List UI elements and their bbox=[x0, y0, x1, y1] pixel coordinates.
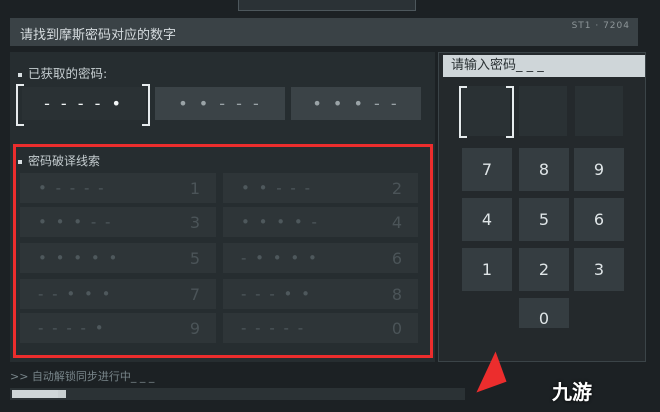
key-8[interactable]: 8 bbox=[519, 148, 569, 191]
watermark-logo: 九游 bbox=[552, 380, 592, 404]
bracket-right-icon bbox=[142, 84, 150, 126]
title-bar: 请找到摩斯密码对应的数字 ST1 · 7204 bbox=[10, 18, 638, 46]
progress-bar bbox=[10, 388, 465, 400]
entry-slot-3 bbox=[575, 86, 623, 136]
obtained-code-1[interactable]: - - - - • bbox=[22, 87, 146, 120]
bracket-right-icon bbox=[506, 86, 514, 138]
key-5[interactable]: 5 bbox=[519, 198, 569, 241]
key-1[interactable]: 1 bbox=[462, 248, 512, 291]
title-meta: ST1 · 7204 bbox=[571, 21, 630, 31]
bracket-left-icon bbox=[16, 84, 24, 126]
obtained-code-3[interactable]: • • • - - bbox=[291, 87, 421, 120]
key-2[interactable]: 2 bbox=[519, 248, 569, 291]
top-notch bbox=[238, 0, 416, 11]
bracket-left-icon bbox=[459, 86, 467, 138]
key-6[interactable]: 6 bbox=[574, 198, 624, 241]
status-text: >> 自动解锁同步进行中_ _ _ bbox=[10, 370, 155, 383]
key-9[interactable]: 9 bbox=[574, 148, 624, 191]
obtained-code-2[interactable]: • • - - - bbox=[155, 87, 285, 120]
bullet-icon bbox=[18, 72, 22, 77]
progress-fill bbox=[12, 390, 58, 398]
key-3[interactable]: 3 bbox=[574, 248, 624, 291]
key-4[interactable]: 4 bbox=[462, 198, 512, 241]
key-0[interactable]: 0 bbox=[519, 298, 569, 328]
page-title: 请找到摩斯密码对应的数字 bbox=[20, 28, 177, 43]
entry-slot-2 bbox=[519, 86, 567, 136]
progress-segment bbox=[58, 390, 66, 398]
key-7[interactable]: 7 bbox=[462, 148, 512, 191]
password-prompt: 请输入密码_ _ _ bbox=[443, 55, 645, 77]
obtained-label: 已获取的密码: bbox=[18, 63, 107, 82]
entry-slot-1 bbox=[462, 86, 510, 136]
highlight-frame bbox=[13, 144, 433, 358]
